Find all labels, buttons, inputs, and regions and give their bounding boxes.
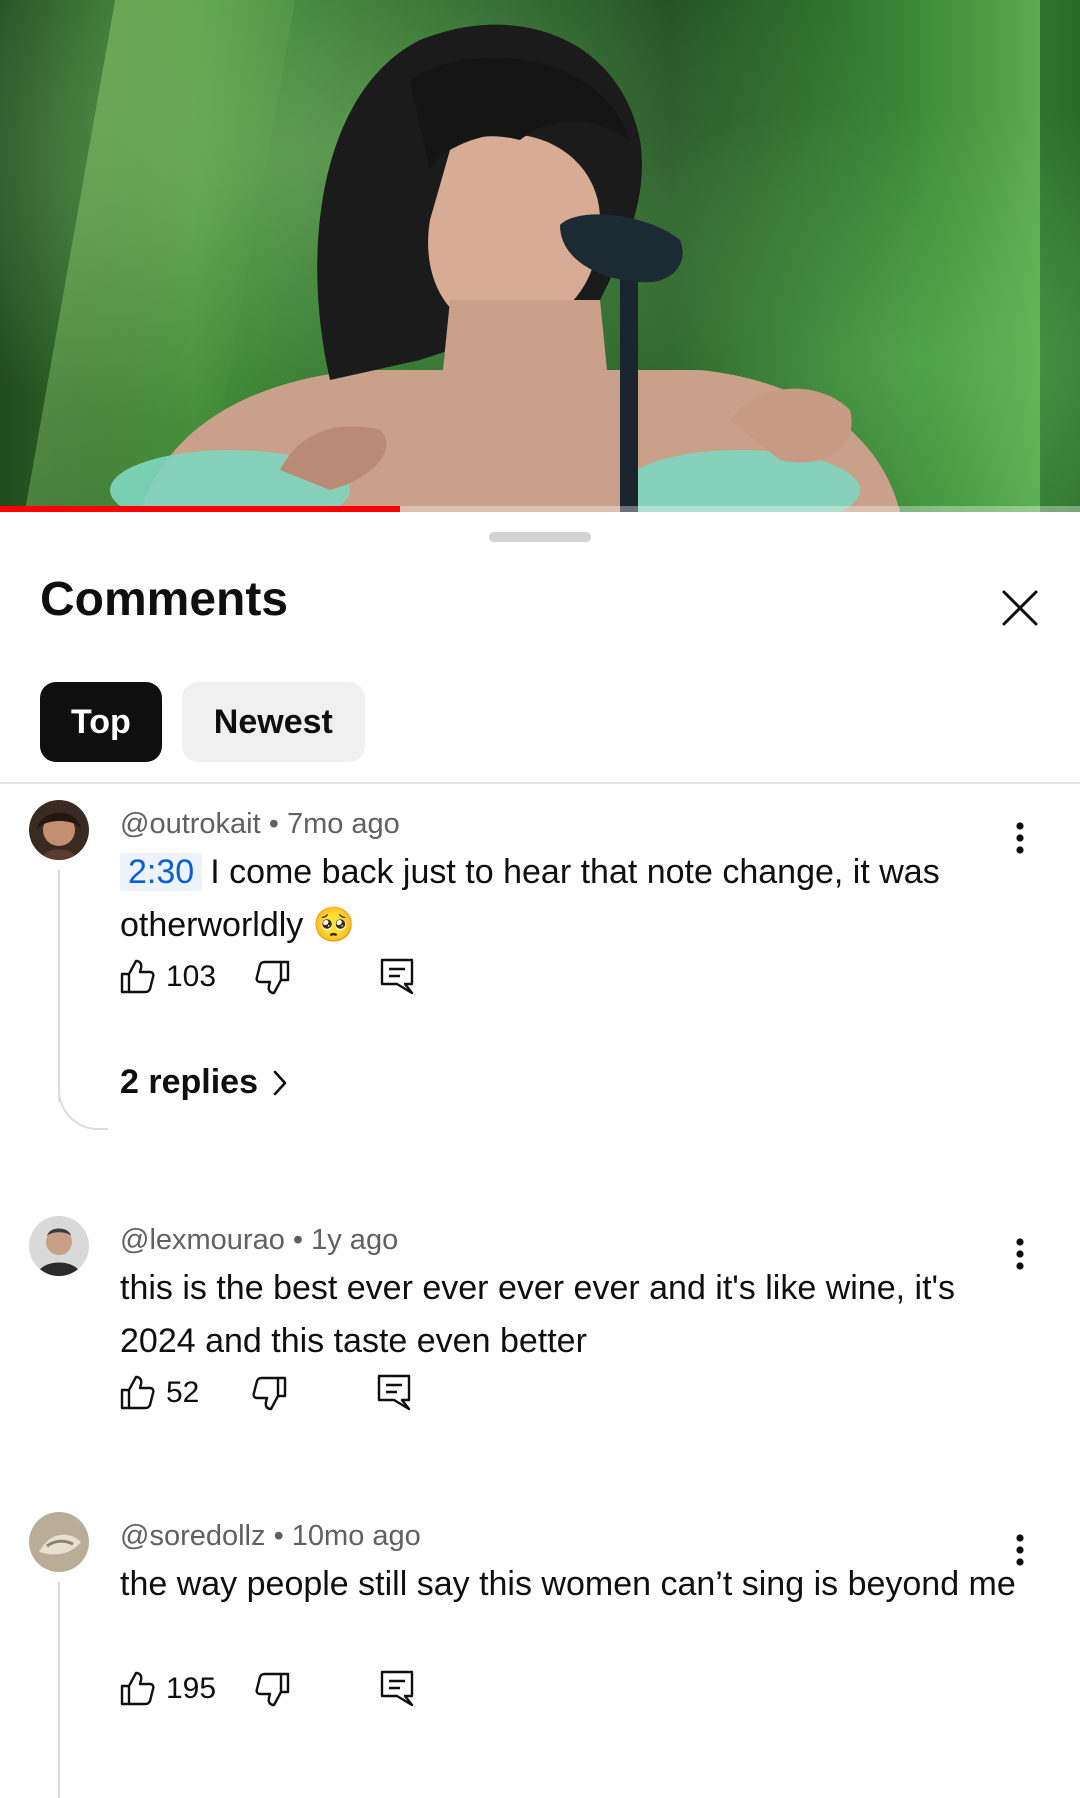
thumbs-down-icon: [255, 960, 290, 995]
dislike-button[interactable]: [254, 1670, 292, 1708]
video-frame-singer: [110, 24, 900, 512]
like-count: 103: [166, 960, 217, 993]
like-count: 52: [166, 1376, 200, 1409]
thread-curve: [58, 1090, 108, 1130]
comment-age: 10mo ago: [291, 1520, 421, 1552]
comment-actions: 52: [118, 1374, 411, 1412]
pleading-face-emoji: 🥺: [312, 906, 356, 944]
comment-author[interactable]: @outrokait: [120, 808, 261, 840]
like-button[interactable]: 52: [118, 1374, 199, 1412]
comment-actions: 103: [118, 958, 414, 996]
chevron-right-icon: [273, 1070, 287, 1095]
reply-comment-icon: [380, 958, 414, 995]
comment-age: 7mo ago: [286, 808, 400, 840]
comment-text: the way people still say this women can’…: [120, 1565, 1016, 1603]
thumbs-up-icon: [120, 1671, 155, 1706]
avatar[interactable]: [29, 1512, 89, 1572]
thumbs-down-icon: [255, 1672, 290, 1707]
avatar[interactable]: [29, 1216, 89, 1276]
timestamp-link[interactable]: 2:30: [120, 853, 203, 891]
comment-meta: @soredollz • 10mo ago: [120, 1520, 421, 1553]
dislike-button[interactable]: [254, 958, 292, 996]
tab-top[interactable]: Top: [40, 682, 162, 762]
replies-label: 2 replies: [120, 1063, 258, 1101]
reply-button[interactable]: [377, 1374, 411, 1412]
view-replies-button[interactable]: 2 replies: [120, 1063, 288, 1102]
like-button[interactable]: 195: [118, 1670, 216, 1708]
avatar[interactable]: [29, 800, 89, 860]
comment-actions: 195: [118, 1670, 414, 1708]
thumbs-up-icon: [120, 1375, 155, 1410]
reply-comment-icon: [380, 1670, 414, 1707]
close-button[interactable]: [990, 578, 1050, 638]
meta-separator: •: [273, 1520, 284, 1552]
comment-author[interactable]: @soredollz: [120, 1520, 266, 1552]
comments-sheet: Comments Top Newest @outrokait • 7mo ago: [0, 512, 1080, 1798]
avatar-image: [29, 1216, 89, 1276]
divider: [0, 782, 1080, 784]
sort-chips: Top Newest: [40, 682, 365, 762]
comment-text: 2:30 I come back just to hear that note c…: [120, 846, 1020, 952]
close-icon: [1002, 590, 1038, 626]
reply-button[interactable]: [380, 958, 414, 996]
meta-separator: •: [292, 1224, 304, 1256]
like-count: 195: [166, 1672, 217, 1705]
sheet-title: Comments: [40, 573, 289, 626]
reply-comment-icon: [378, 1374, 411, 1411]
dislike-button[interactable]: [251, 1374, 289, 1412]
comment-meta: @outrokait • 7mo ago: [120, 808, 400, 841]
like-button[interactable]: 103: [118, 958, 216, 996]
reply-button[interactable]: [380, 1670, 414, 1708]
comment-body: I come back just to hear that note chang…: [120, 853, 940, 944]
thumbs-up-icon: [120, 959, 155, 994]
video-player[interactable]: [0, 0, 1080, 512]
meta-separator: •: [268, 808, 279, 840]
tab-newest[interactable]: Newest: [181, 682, 365, 762]
drag-handle[interactable]: [489, 532, 591, 542]
thread-line: [58, 1582, 60, 1798]
thumbs-down-icon: [252, 1376, 287, 1411]
comment-author[interactable]: @lexmourao: [120, 1224, 285, 1256]
avatar-image: [29, 800, 89, 860]
comment-age: 1y ago: [311, 1224, 399, 1256]
comment-meta: @lexmourao • 1y ago: [120, 1224, 398, 1257]
comment-text: this is the best ever ever ever ever and…: [120, 1269, 956, 1360]
thread-line: [58, 870, 60, 1102]
avatar-image: [29, 1512, 89, 1572]
